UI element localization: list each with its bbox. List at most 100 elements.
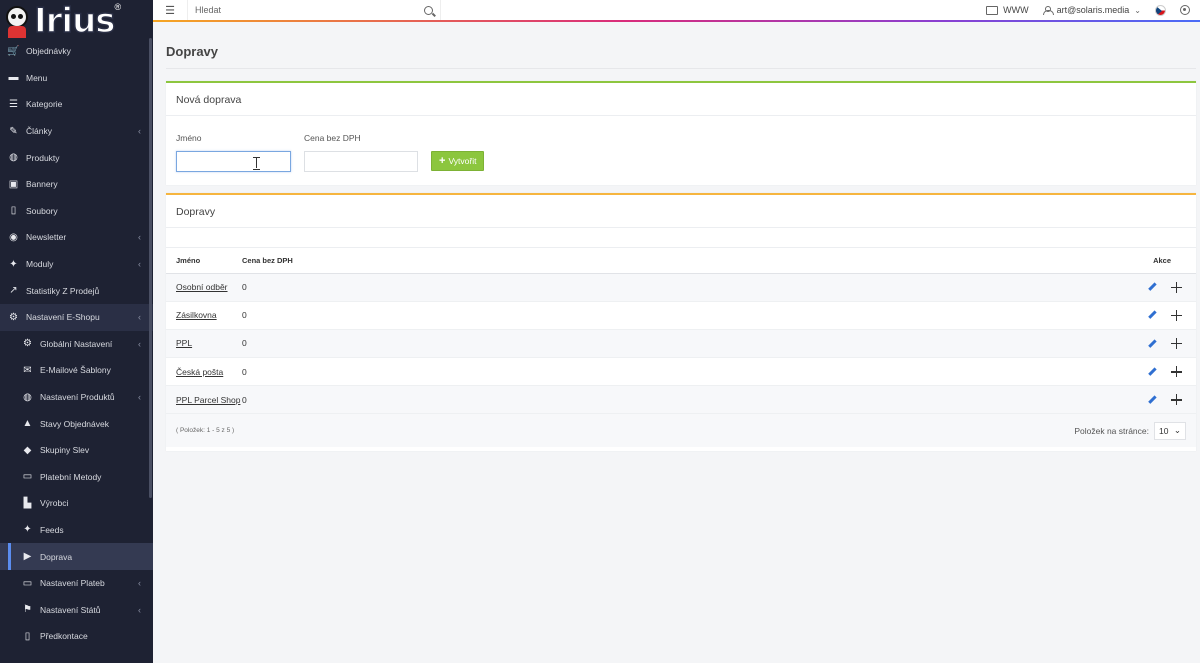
sidebar-item-nastaven-st-t-[interactable]: ⚑ Nastavení Států ‹ <box>0 596 153 623</box>
sidebar-item-v-robci[interactable]: ▙ Výrobci <box>0 490 153 517</box>
menu-toggle-icon[interactable]: ☰ <box>153 4 187 17</box>
registered-mark: ® <box>114 2 122 12</box>
sidebar-item-skupiny-slev[interactable]: ◆ Skupiny Slev <box>0 437 153 464</box>
table-row: Zásilkovna 0 <box>166 301 1196 330</box>
move-icon[interactable] <box>1171 309 1182 321</box>
column-price[interactable]: Cena bez DPH <box>242 248 684 274</box>
sidebar-item-doprava[interactable]: ▶ Doprava <box>0 543 153 570</box>
move-icon[interactable] <box>1171 281 1182 293</box>
sidebar-item-label: Doprava <box>40 551 73 562</box>
table-footer: ( Položek: 1 - 5 z 5 ) Položek na stránc… <box>166 414 1196 448</box>
envelope-icon: ✉ <box>23 364 32 376</box>
sidebar-item-label: Platební Metody <box>40 471 102 482</box>
chevron-down-icon: ⌄ <box>1173 425 1181 436</box>
search-icon[interactable] <box>424 5 433 15</box>
price-cell: 0 <box>242 385 684 415</box>
move-icon[interactable] <box>1171 366 1182 378</box>
name-cell: PPL Parcel Shop <box>166 385 242 415</box>
www-link[interactable]: WWW <box>986 5 1029 15</box>
user-menu[interactable]: art@solaris.media ⌄ <box>1042 5 1141 15</box>
flag-icon: ⚑ <box>23 604 32 616</box>
sidebar-item-feeds[interactable]: ✦ Feeds <box>0 517 153 544</box>
sidebar-item--l-nky[interactable]: ✎ Články ‹ <box>0 118 153 145</box>
sidebar-item-kategorie[interactable]: ☰ Kategorie <box>0 91 153 118</box>
per-page-label: Položek na stránce: <box>1074 425 1149 436</box>
shipping-name-link[interactable]: PPL Parcel Shop <box>176 395 240 405</box>
name-cell: Česká pošta <box>166 357 242 387</box>
sidebar-item-nastaven-plateb[interactable]: ▭ Nastavení Plateb ‹ <box>0 570 153 597</box>
sidebar-item-label: Bannery <box>26 179 58 190</box>
sidebar-item-statistiky-z-prodej-[interactable]: ↗ Statistiky Z Prodejů <box>0 277 153 304</box>
sidebar-item-p-edkontace[interactable]: ▯ Předkontace <box>0 623 153 650</box>
shipping-name-link[interactable]: PPL <box>176 338 192 348</box>
text-cursor-icon <box>253 157 260 170</box>
actions-cell <box>683 329 1196 359</box>
sidebar-item-soubory[interactable]: ▯ Soubory <box>0 198 153 225</box>
actions-cell <box>683 273 1196 302</box>
move-icon[interactable] <box>1171 394 1182 406</box>
name-label: Jméno <box>176 133 202 143</box>
main-content: Dopravy Nová doprava Jméno Cena bez DPH … <box>153 22 1200 663</box>
mascot-icon <box>2 4 32 38</box>
czech-flag-icon[interactable] <box>1155 4 1166 16</box>
sidebar-item-moduly[interactable]: ✦ Moduly ‹ <box>0 251 153 278</box>
chart-icon: ↗ <box>9 285 18 297</box>
price-cell: 0 <box>242 273 684 302</box>
chevron-left-icon: ‹ <box>138 232 141 243</box>
topbar: ☰ WWW art@solaris.media ⌄ <box>153 0 1200 20</box>
sidebar-scrollbar[interactable] <box>149 38 152 498</box>
sidebar-item-label: Menu <box>26 72 48 83</box>
sidebar-item-menu[interactable]: ▬ Menu <box>0 65 153 92</box>
gear-icon: ⚙ <box>23 338 32 350</box>
credit-card-icon: ▭ <box>22 471 33 483</box>
chevron-left-icon: ‹ <box>138 259 141 270</box>
shipping-name-link[interactable]: Zásilkovna <box>176 310 217 320</box>
sidebar-item-label: Globální Nastavení <box>40 338 113 349</box>
column-name[interactable]: Jméno <box>166 248 242 274</box>
topbar-right: WWW art@solaris.media ⌄ <box>986 0 1200 20</box>
truck-icon: ▶ <box>23 551 32 563</box>
edit-icon[interactable] <box>1147 367 1157 377</box>
name-cell: PPL <box>166 329 242 359</box>
sidebar-item-nastaven-e-shopu[interactable]: ⚙ Nastavení E-Shopu ‹ <box>0 303 153 331</box>
sidebar-item-label: Feeds <box>40 524 64 535</box>
create-button[interactable]: + Vytvořit <box>431 151 485 171</box>
settings-icon[interactable] <box>1180 5 1190 15</box>
sidebar-item-label: Produkty <box>26 152 60 163</box>
move-icon[interactable] <box>1171 338 1182 350</box>
item-count: ( Položek: 1 - 5 z 5 ) <box>176 427 235 435</box>
per-page-select[interactable]: 10 ⌄ <box>1154 421 1186 440</box>
sidebar-item-e-mailov-ablony[interactable]: ✉ E-Mailové Šablony <box>0 357 153 384</box>
www-label: WWW <box>1003 5 1029 15</box>
sidebar-item-label: Nastavení E-Shopu <box>26 312 100 323</box>
sidebar-item-label: Kategorie <box>26 99 63 110</box>
sidebar-item-label: Newsletter <box>26 232 67 243</box>
edit-icon[interactable] <box>1147 339 1157 349</box>
sidebar-item-label: Skupiny Slev <box>40 445 90 456</box>
sidebar-item-nastaven-produkt-[interactable]: ◍ Nastavení Produktů ‹ <box>0 384 153 411</box>
search-input[interactable] <box>195 5 424 15</box>
sidebar-item-stavy-objedn-vek[interactable]: ▲ Stavy Objednávek <box>0 410 153 437</box>
credit-card-icon: ▭ <box>22 577 33 589</box>
create-label: Vytvořit <box>448 156 477 166</box>
sidebar-item-bannery[interactable]: ▣ Bannery <box>0 171 153 198</box>
sidebar-item-produkty[interactable]: ◍ Produkty <box>0 144 153 171</box>
title-divider <box>166 68 1196 69</box>
edit-icon[interactable] <box>1147 282 1157 292</box>
sidebar-item-objedn-vky[interactable]: 🛒 Objednávky <box>0 38 153 65</box>
name-input[interactable] <box>176 151 291 172</box>
bell-icon: ▲ <box>22 418 33 430</box>
shipping-name-link[interactable]: Česká pošta <box>176 367 223 377</box>
table-row: Česká pošta 0 <box>166 357 1196 387</box>
table-row: Osobní odběr 0 <box>166 273 1196 302</box>
file-icon: ▯ <box>24 630 31 642</box>
logo[interactable]: Irius ® <box>0 0 153 38</box>
edit-icon[interactable] <box>1147 310 1157 320</box>
shipping-name-link[interactable]: Osobní odběr <box>176 282 228 292</box>
sidebar-item-glob-ln-nastaven-[interactable]: ⚙ Globální Nastavení ‹ <box>0 331 153 358</box>
puzzle-icon: ✦ <box>23 524 32 536</box>
edit-icon[interactable] <box>1147 395 1157 405</box>
sidebar-item-platebn-metody[interactable]: ▭ Platební Metody <box>0 464 153 491</box>
price-input[interactable] <box>304 151 418 172</box>
sidebar-item-newsletter[interactable]: ◉ Newsletter ‹ <box>0 224 153 251</box>
